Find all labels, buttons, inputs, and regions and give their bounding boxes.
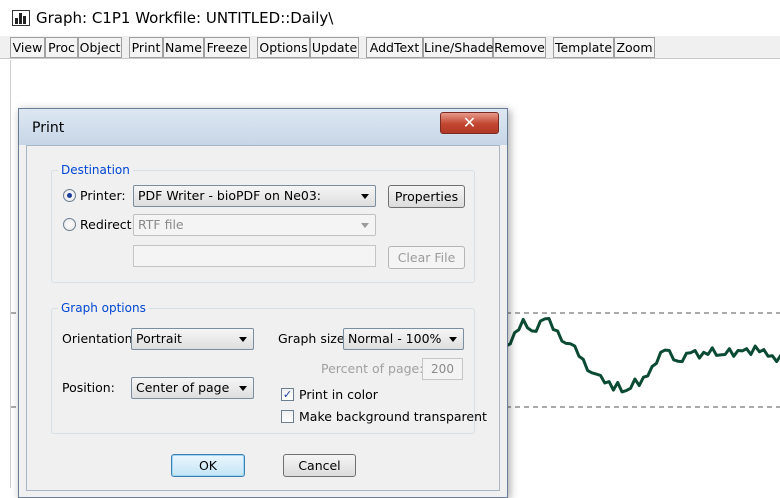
graph-size-select-value: Normal - 100% <box>348 331 442 346</box>
graph-size-select[interactable]: Normal - 100% <box>343 328 464 350</box>
dialog-body: Destination Printer: PDF Writer - bioPDF… <box>26 145 500 491</box>
view-button[interactable]: View <box>10 37 45 58</box>
addtext-button[interactable]: AddText <box>366 37 423 58</box>
clear-file-button[interactable]: Clear File <box>388 246 465 269</box>
window-title: Graph: C1P1 Workfile: UNTITLED::Daily\ <box>36 9 334 27</box>
freeze-button[interactable]: Freeze <box>204 37 250 58</box>
close-button[interactable]: ✕ <box>440 112 499 134</box>
transparent-background-checkbox[interactable] <box>281 410 294 423</box>
destination-group: Destination Printer: PDF Writer - bioPDF… <box>51 163 475 283</box>
ok-button[interactable]: OK <box>171 454 245 477</box>
printer-radio[interactable] <box>63 189 76 202</box>
template-button[interactable]: Template <box>553 37 614 58</box>
printer-select-value: PDF Writer - bioPDF on Ne03: <box>138 188 322 203</box>
dialog-title: Print <box>32 120 65 136</box>
graph-icon <box>12 10 30 26</box>
percent-of-page-field[interactable]: 200 <box>422 358 463 380</box>
proc-button[interactable]: Proc <box>45 37 78 58</box>
graph-size-label: Graph size: <box>278 331 349 346</box>
close-icon: ✕ <box>462 113 477 132</box>
redirect-select[interactable]: RTF file <box>133 214 376 236</box>
transparent-background-label: Make background transparent <box>299 409 487 424</box>
print-in-color-label: Print in color <box>299 387 378 402</box>
series-line <box>505 317 780 394</box>
chevron-down-icon <box>239 386 247 391</box>
chevron-down-icon <box>361 194 369 199</box>
zoom-button[interactable]: Zoom <box>614 37 655 58</box>
print-dialog: Print ✕ Destination Printer: PDF Writer … <box>18 108 508 498</box>
redirect-label: Redirect: <box>80 217 136 232</box>
properties-button[interactable]: Properties <box>388 185 465 208</box>
chevron-down-icon <box>361 223 369 228</box>
orientation-label: Orientation: <box>62 331 137 346</box>
options-button[interactable]: Options <box>257 37 310 58</box>
printer-select[interactable]: PDF Writer - bioPDF on Ne03: <box>133 185 376 207</box>
position-select-value: Center of page <box>136 380 230 395</box>
update-button[interactable]: Update <box>310 37 359 58</box>
name-button[interactable]: Name <box>163 37 204 58</box>
chevron-down-icon <box>449 337 457 342</box>
graph-options-label: Graph options <box>58 301 149 315</box>
graph-toolbar: View Proc Object Print Name Freeze Optio… <box>0 36 780 59</box>
line-shade-button[interactable]: Line/Shade <box>423 37 493 58</box>
cancel-button[interactable]: Cancel <box>283 454 356 477</box>
position-select[interactable]: Center of page <box>131 377 254 399</box>
redirect-select-value: RTF file <box>138 217 184 232</box>
object-button[interactable]: Object <box>78 37 122 58</box>
printer-label: Printer: <box>80 188 126 203</box>
graph-options-group: Graph options Orientation: Portrait Grap… <box>51 301 487 434</box>
file-path-field[interactable] <box>133 245 376 267</box>
redirect-radio[interactable] <box>63 218 76 231</box>
print-button[interactable]: Print <box>129 37 163 58</box>
orientation-select[interactable]: Portrait <box>131 328 254 350</box>
position-label: Position: <box>62 380 115 395</box>
chevron-down-icon <box>239 337 247 342</box>
dialog-titlebar: Print ✕ <box>19 109 507 145</box>
orientation-select-value: Portrait <box>136 331 182 346</box>
remove-button[interactable]: Remove <box>493 37 546 58</box>
destination-label: Destination <box>58 163 133 177</box>
percent-of-page-label: Percent of page: <box>321 361 424 376</box>
window-titlebar: Graph: C1P1 Workfile: UNTITLED::Daily\ <box>0 0 780 36</box>
print-in-color-checkbox[interactable]: ✓ <box>281 388 294 401</box>
